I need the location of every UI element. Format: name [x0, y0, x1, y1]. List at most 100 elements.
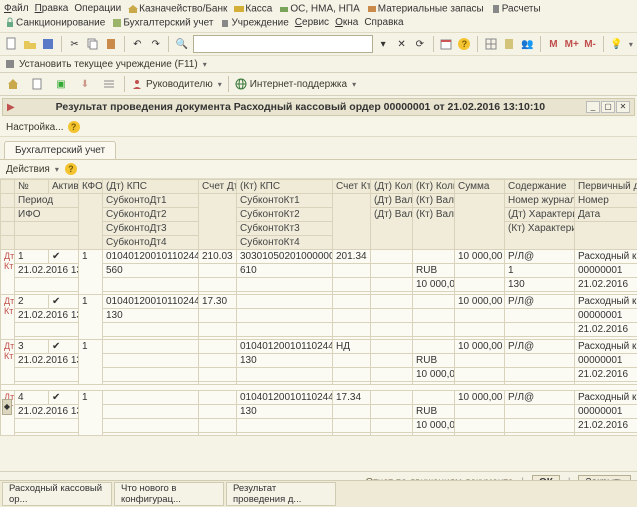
- chevron-down-icon: ▾: [55, 165, 59, 174]
- doc-icon[interactable]: [28, 75, 46, 93]
- secondary-toolbar: Установить текущее учреждение (F11) ▾: [0, 56, 637, 73]
- col-dtkps[interactable]: (Дт) КПС: [103, 180, 199, 194]
- close-button[interactable]: ✕: [616, 101, 630, 113]
- box-icon: [366, 3, 378, 15]
- third-toolbar: ▣ ⬇ Руководителю ▾ Интернет-поддержка ▾: [0, 73, 637, 96]
- clear-search-button[interactable]: ✕: [394, 35, 409, 53]
- menu-sanctions[interactable]: Санкционирование: [4, 16, 105, 30]
- col-dtqty[interactable]: (Дт) Коли...: [371, 180, 413, 194]
- bank-icon: [127, 3, 139, 15]
- actions-button[interactable]: Действия ▾: [6, 164, 59, 175]
- window-tabs: Расходный кассовый ор... Что нового в ко…: [0, 480, 637, 507]
- new-doc-button[interactable]: [4, 35, 19, 53]
- mem-mminus-button[interactable]: М-: [582, 35, 597, 53]
- manager-link[interactable]: Руководителю ▾: [131, 78, 222, 90]
- menu-payroll[interactable]: Расчеты: [490, 2, 541, 16]
- undo-button[interactable]: ↶: [130, 35, 145, 53]
- settings-row: Настройка... ?: [0, 118, 637, 137]
- tab-accounting[interactable]: Бухгалтерский учет: [4, 141, 116, 159]
- menu-operations[interactable]: Операции: [74, 2, 121, 16]
- report-button[interactable]: [501, 35, 516, 53]
- chevron-down-icon: ▾: [218, 80, 222, 89]
- help-icon[interactable]: ?: [68, 121, 80, 133]
- calc-icon: [490, 3, 502, 15]
- settings-link[interactable]: Настройка...: [6, 122, 64, 133]
- col-accdt[interactable]: Счет Дт: [199, 180, 237, 194]
- paste-button[interactable]: [104, 35, 119, 53]
- lock-icon: [4, 17, 16, 29]
- window-tab-3[interactable]: Результат проведения д...: [226, 482, 336, 506]
- ledger-icon: [111, 17, 123, 29]
- cut-button[interactable]: ✂: [67, 35, 82, 53]
- search-dropdown[interactable]: ▾: [376, 35, 391, 53]
- row-marker-icon: ДтКт: [4, 251, 15, 261]
- mem-mplus-button[interactable]: М+: [564, 35, 579, 53]
- table-row[interactable]: ДтКт3✔101040120010110244НД10 000,00Р/Л@Р…: [1, 340, 637, 354]
- help-button[interactable]: ?: [457, 35, 472, 53]
- col-num[interactable]: №: [15, 180, 49, 194]
- actions-row: Действия ▾ ?: [0, 160, 637, 179]
- list-icon[interactable]: [100, 75, 118, 93]
- help-icon[interactable]: ?: [65, 163, 77, 175]
- building-icon: [4, 58, 16, 70]
- menu-file[interactable]: Файл: [4, 2, 29, 16]
- col-primary[interactable]: Первичный докуме...: [575, 180, 637, 194]
- down-icon[interactable]: ⬇: [76, 75, 94, 93]
- copy-button[interactable]: [85, 35, 100, 53]
- grid-button[interactable]: [483, 35, 498, 53]
- open-button[interactable]: [22, 35, 37, 53]
- menu-cash[interactable]: Касса: [233, 2, 272, 16]
- bulb-button[interactable]: 💡: [609, 35, 624, 53]
- col-kfo[interactable]: КФО: [79, 180, 103, 194]
- check-icon[interactable]: ▣: [52, 75, 70, 93]
- col-ktqty[interactable]: (Кт) Коли...: [413, 180, 455, 194]
- home-button[interactable]: [4, 75, 22, 93]
- chevron-down-icon: ▾: [203, 60, 207, 69]
- col-ktkps[interactable]: (Кт) КПС: [237, 180, 333, 194]
- save-button[interactable]: [41, 35, 56, 53]
- globe-icon: [235, 78, 247, 90]
- table-row[interactable]: ДтКт2✔10104012001011024417.3010 000,00Р/…: [1, 295, 637, 309]
- menu-materials[interactable]: Материальные запасы: [366, 2, 484, 16]
- window-tab-2[interactable]: Что нового в конфигурац...: [114, 482, 224, 506]
- col-active[interactable]: Актив...: [49, 180, 79, 194]
- chevron-down-icon[interactable]: ▾: [629, 40, 633, 49]
- redo-button[interactable]: ↷: [148, 35, 163, 53]
- data-grid[interactable]: № Актив... КФО (Дт) КПС Счет Дт (Кт) КПС…: [0, 179, 637, 436]
- menu-service[interactable]: Сервис: [295, 16, 329, 30]
- row-marker-icon: ДтКт: [4, 296, 15, 306]
- tab-bar: Бухгалтерский учет: [0, 137, 637, 160]
- menu-help[interactable]: Справка: [364, 16, 403, 30]
- set-org-button[interactable]: Установить текущее учреждение (F11) ▾: [4, 58, 207, 70]
- col-sum[interactable]: Сумма: [455, 180, 505, 194]
- table-row[interactable]: ДтКт1✔101040120010110244210.033030105020…: [1, 250, 637, 264]
- main-toolbar: ✂ ↶ ↷ 🔍 ▾ ✕ ⟳ ? 👥 М М+ М- 💡 ▾: [0, 33, 637, 56]
- document-header: ▶ Результат проведения документа Расходн…: [2, 98, 635, 116]
- cash-icon: [233, 3, 245, 15]
- menu-accounting[interactable]: Бухгалтерский учет: [111, 16, 213, 30]
- menu-os[interactable]: ОС, НМА, НПА: [278, 2, 359, 16]
- asset-icon: [278, 3, 290, 15]
- grid-container: № Актив... КФО (Дт) КПС Счет Дт (Кт) КПС…: [0, 179, 637, 469]
- refresh-button[interactable]: ⟳: [412, 35, 427, 53]
- menu-windows[interactable]: Окна: [335, 16, 358, 30]
- menu-org[interactable]: Учреждение: [219, 16, 288, 30]
- building-icon: [219, 17, 231, 29]
- users-button[interactable]: 👥: [520, 35, 535, 53]
- menu-treasury[interactable]: Казначейство/Банк: [127, 2, 227, 16]
- menu-edit[interactable]: Правка: [35, 2, 69, 16]
- search-input[interactable]: [193, 35, 373, 53]
- col-acckt[interactable]: Счет Кт: [333, 180, 371, 194]
- zoom-button[interactable]: 🔍: [174, 35, 189, 53]
- person-icon: [131, 78, 143, 90]
- minimize-button[interactable]: _: [586, 101, 600, 113]
- calendar-button[interactable]: [438, 35, 453, 53]
- window-tab-1[interactable]: Расходный кассовый ор...: [2, 482, 112, 506]
- bookmark-icon: ▶: [7, 102, 15, 113]
- table-row[interactable]: ДтКт4✔10104012001011024417.3410 000,00Р/…: [1, 391, 637, 405]
- maximize-button[interactable]: ▢: [601, 101, 615, 113]
- mem-m-button[interactable]: М: [546, 35, 561, 53]
- support-link[interactable]: Интернет-поддержка ▾: [235, 78, 356, 90]
- scroll-handle[interactable]: ◆: [2, 399, 12, 415]
- col-content[interactable]: Содержание: [505, 180, 575, 194]
